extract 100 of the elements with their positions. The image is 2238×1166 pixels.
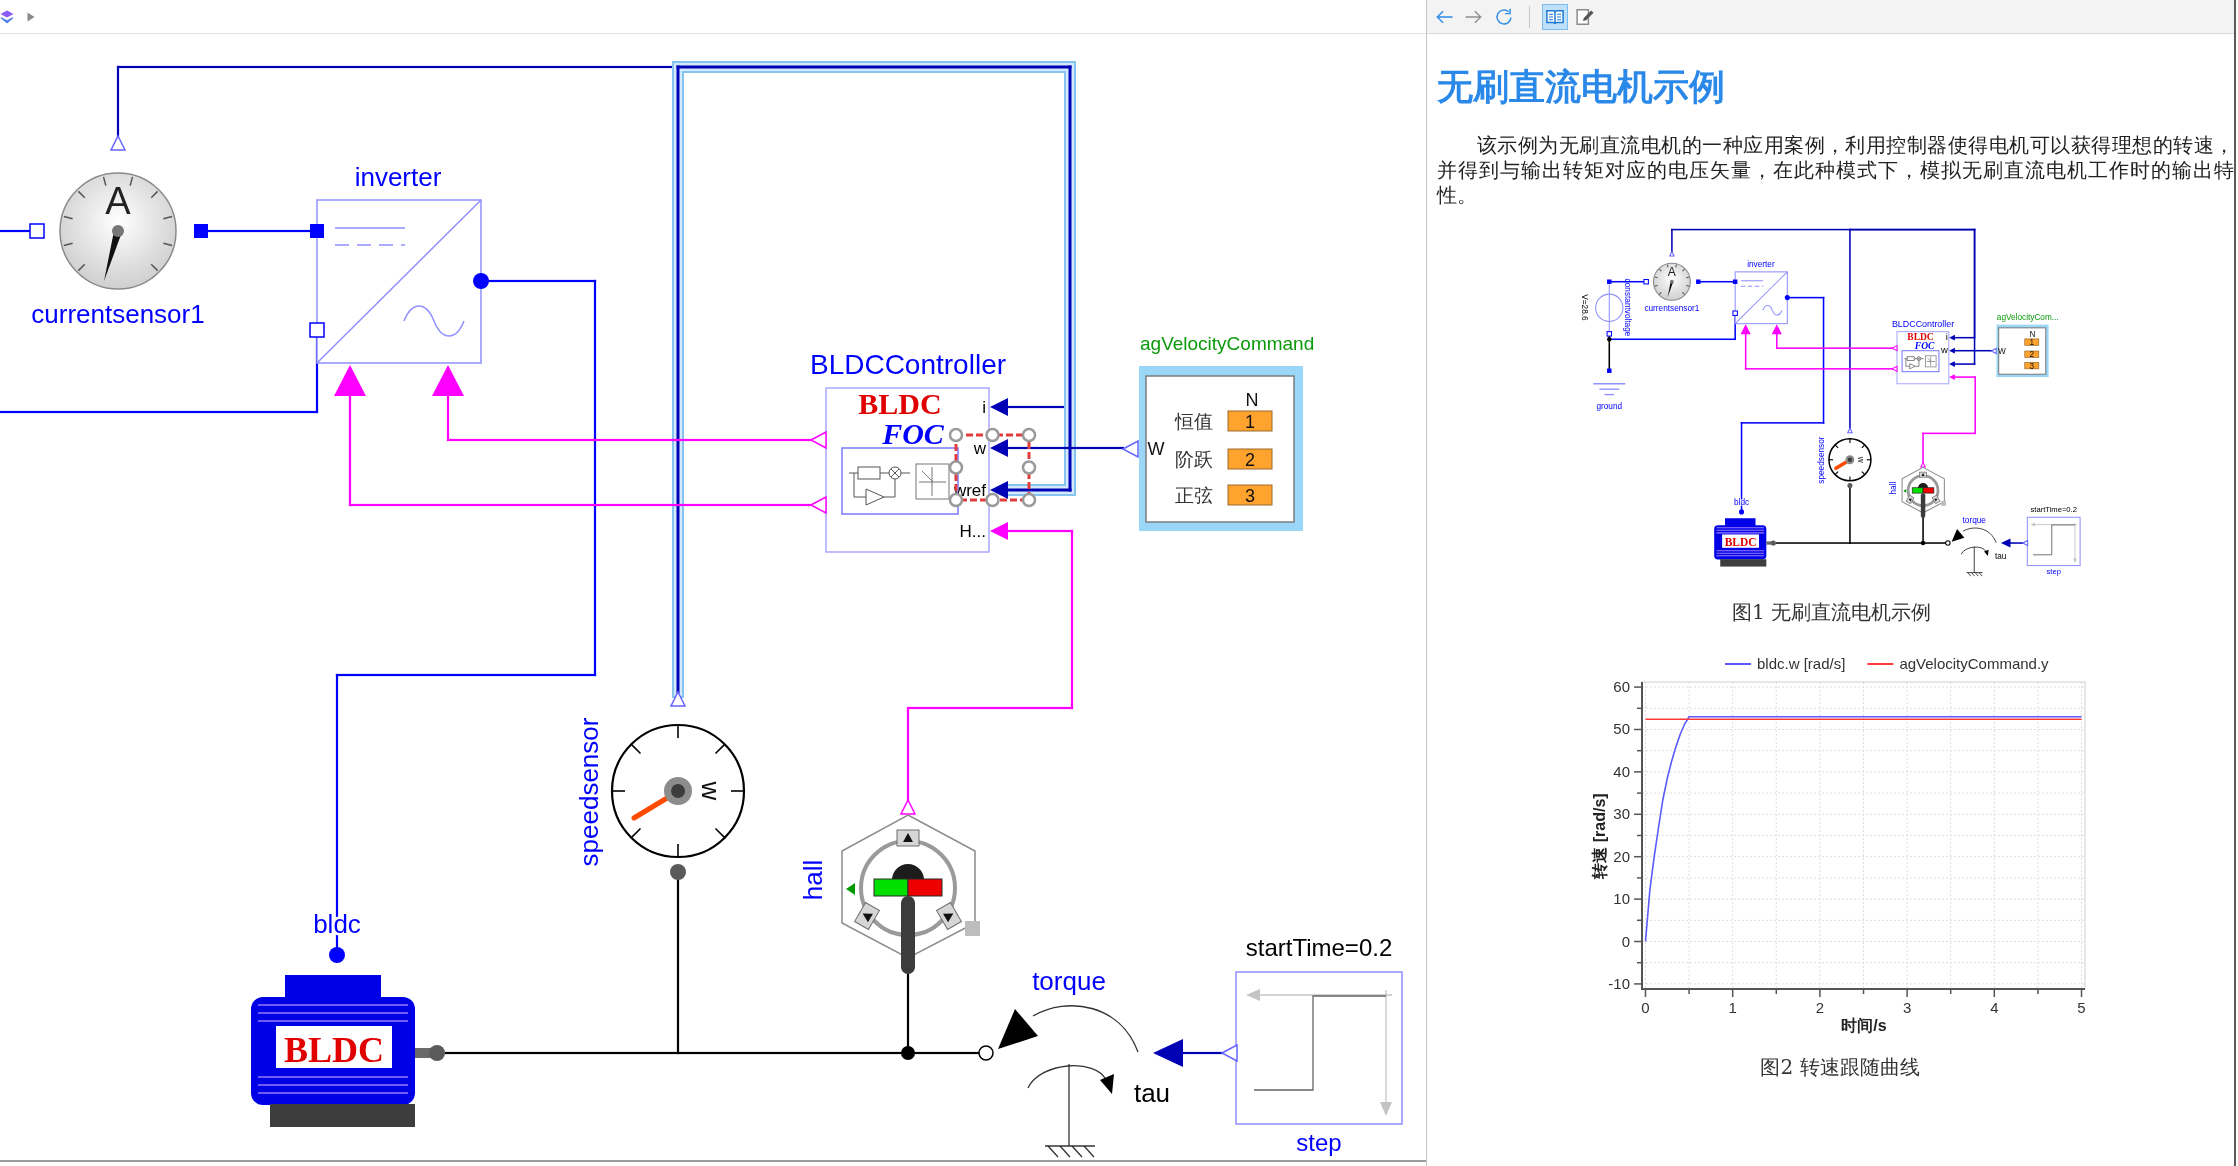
option-value: 2 bbox=[1245, 450, 1255, 470]
block-subtitle: FOC bbox=[882, 417, 944, 450]
block-title: BLDC bbox=[1907, 331, 1934, 342]
resize-handle[interactable] bbox=[1021, 492, 1037, 508]
speedometer-icon bbox=[1828, 438, 1872, 482]
option-value: 1 bbox=[1245, 412, 1255, 432]
component-label: agVelocityCommand bbox=[1140, 333, 1315, 354]
port-label: W bbox=[1147, 439, 1165, 459]
component-label: currentsensor1 bbox=[31, 299, 205, 329]
hall-sensor-icon bbox=[1901, 466, 1946, 518]
resize-handle[interactable] bbox=[985, 427, 1000, 443]
tick-label: 60 bbox=[1613, 678, 1630, 696]
resize-handle[interactable] bbox=[985, 492, 1000, 508]
option-label: 阶跃 bbox=[1175, 448, 1213, 470]
refresh-icon bbox=[1495, 7, 1513, 26]
resize-handle[interactable] bbox=[1021, 427, 1037, 443]
reading-view-button[interactable] bbox=[1542, 3, 1568, 30]
port-icon bbox=[310, 224, 324, 238]
port-icon bbox=[309, 322, 325, 338]
port-label: i bbox=[1945, 331, 1948, 343]
controller-block bbox=[1896, 331, 1950, 385]
port-icon bbox=[1153, 1039, 1183, 1067]
ammeter-icon bbox=[1652, 262, 1691, 301]
port-icon bbox=[990, 481, 1008, 499]
tick-label: 10 bbox=[1613, 890, 1630, 908]
port-label: tau bbox=[1133, 1078, 1171, 1108]
port-icon bbox=[2000, 538, 2011, 548]
resize-handle[interactable] bbox=[948, 460, 964, 475]
port-icon bbox=[473, 273, 489, 289]
component-label: torque bbox=[1032, 966, 1106, 996]
hall-sensor-icon bbox=[841, 814, 980, 974]
motor-type-text: BLDC bbox=[284, 1030, 384, 1070]
axis-title: 转速 [rad/s] bbox=[1591, 793, 1608, 879]
parameter-label: startTime=0.2 bbox=[1245, 934, 1393, 961]
ground-icon bbox=[1592, 383, 1626, 396]
port-icon bbox=[1784, 295, 1790, 301]
tick-label: 1 bbox=[1728, 999, 1737, 1016]
port-icon bbox=[1220, 1043, 1238, 1063]
layers-icon[interactable] bbox=[0, 9, 14, 24]
port-icon bbox=[809, 495, 827, 515]
port-label: w bbox=[1941, 344, 1948, 356]
book-icon bbox=[1546, 7, 1564, 26]
port-icon bbox=[809, 430, 827, 450]
port-icon bbox=[1606, 331, 1613, 337]
pencil-icon bbox=[1576, 7, 1594, 26]
document-paragraph: 该示例为无刷直流电机的一种应用案例，利用控制器使得电机可以获得理想的转速，并得到与输出转矩对应的电压矢量，在此种模式下，模拟无刷直流电机工作时的输出特性。 bbox=[1437, 133, 2234, 208]
port-label: w bbox=[973, 439, 986, 458]
legend-label: bldc.w [rad/s] bbox=[1757, 655, 1846, 672]
component-label: inverter bbox=[354, 162, 442, 192]
port-icon bbox=[1732, 310, 1738, 316]
component-label: speedsensor bbox=[574, 717, 604, 867]
tick-label: 3 bbox=[1902, 999, 1912, 1016]
connection-line bbox=[2009, 542, 2024, 544]
component-label: BLDCController bbox=[1891, 319, 1955, 330]
port-icon bbox=[1668, 250, 1675, 257]
junction-icon bbox=[901, 1046, 915, 1060]
junction-icon bbox=[1607, 337, 1612, 342]
port-icon bbox=[29, 223, 45, 239]
tick-label: 30 bbox=[1613, 805, 1630, 823]
legend-label: agVelocityCommand.y bbox=[1899, 655, 2049, 672]
port-icon bbox=[1696, 279, 1701, 284]
unit-letter: w bbox=[696, 781, 726, 801]
port-label: i bbox=[982, 398, 986, 417]
caret-icon[interactable] bbox=[27, 11, 35, 22]
component-label: step bbox=[2046, 567, 2061, 577]
tick-label: 4 bbox=[1990, 999, 1999, 1016]
port-icon bbox=[978, 1045, 994, 1061]
resize-handle[interactable] bbox=[948, 427, 964, 443]
motor-type-text: BLDC bbox=[1724, 535, 1757, 548]
unit-letter: A bbox=[105, 180, 131, 222]
component-label: BLDCController bbox=[809, 349, 1007, 380]
tick-label: 5 bbox=[2077, 999, 2086, 1016]
port-icon bbox=[1770, 540, 1776, 546]
port-icon bbox=[2021, 539, 2029, 547]
port-icon bbox=[1643, 278, 1649, 285]
axis-title: 时间/s bbox=[1841, 1017, 1887, 1034]
option-value: 3 bbox=[1245, 486, 1255, 506]
port-icon bbox=[670, 864, 686, 880]
port-icon bbox=[669, 690, 687, 707]
resize-handle[interactable] bbox=[1021, 460, 1037, 475]
figure-caption: 图2 转速跟随曲线 bbox=[1760, 1054, 1920, 1080]
document-title: 无刷直流电机示例 bbox=[1437, 65, 1725, 109]
unit-letter: A bbox=[1667, 265, 1676, 280]
component-label: step bbox=[1296, 1129, 1342, 1156]
tick-label: -10 bbox=[1608, 974, 1630, 992]
torque-icon bbox=[1951, 527, 1997, 577]
tick-label: 0 bbox=[1621, 932, 1630, 950]
ammeter-icon bbox=[59, 172, 177, 290]
option-label: 正弦 bbox=[1175, 484, 1213, 506]
port-icon bbox=[1949, 374, 1955, 380]
inverter-block bbox=[1734, 271, 1788, 325]
figure-caption: 图1 无刷直流电机示例 bbox=[1731, 599, 1932, 625]
tick-label: 40 bbox=[1613, 762, 1630, 780]
port-label: H... bbox=[959, 522, 986, 541]
port-icon bbox=[1891, 365, 1898, 373]
port-icon bbox=[1739, 509, 1745, 515]
voltage-source-icon bbox=[1595, 284, 1624, 332]
speedometer-icon bbox=[610, 723, 746, 859]
block-title: BLDC bbox=[858, 387, 942, 420]
option-label: 恒值 bbox=[1175, 410, 1213, 432]
